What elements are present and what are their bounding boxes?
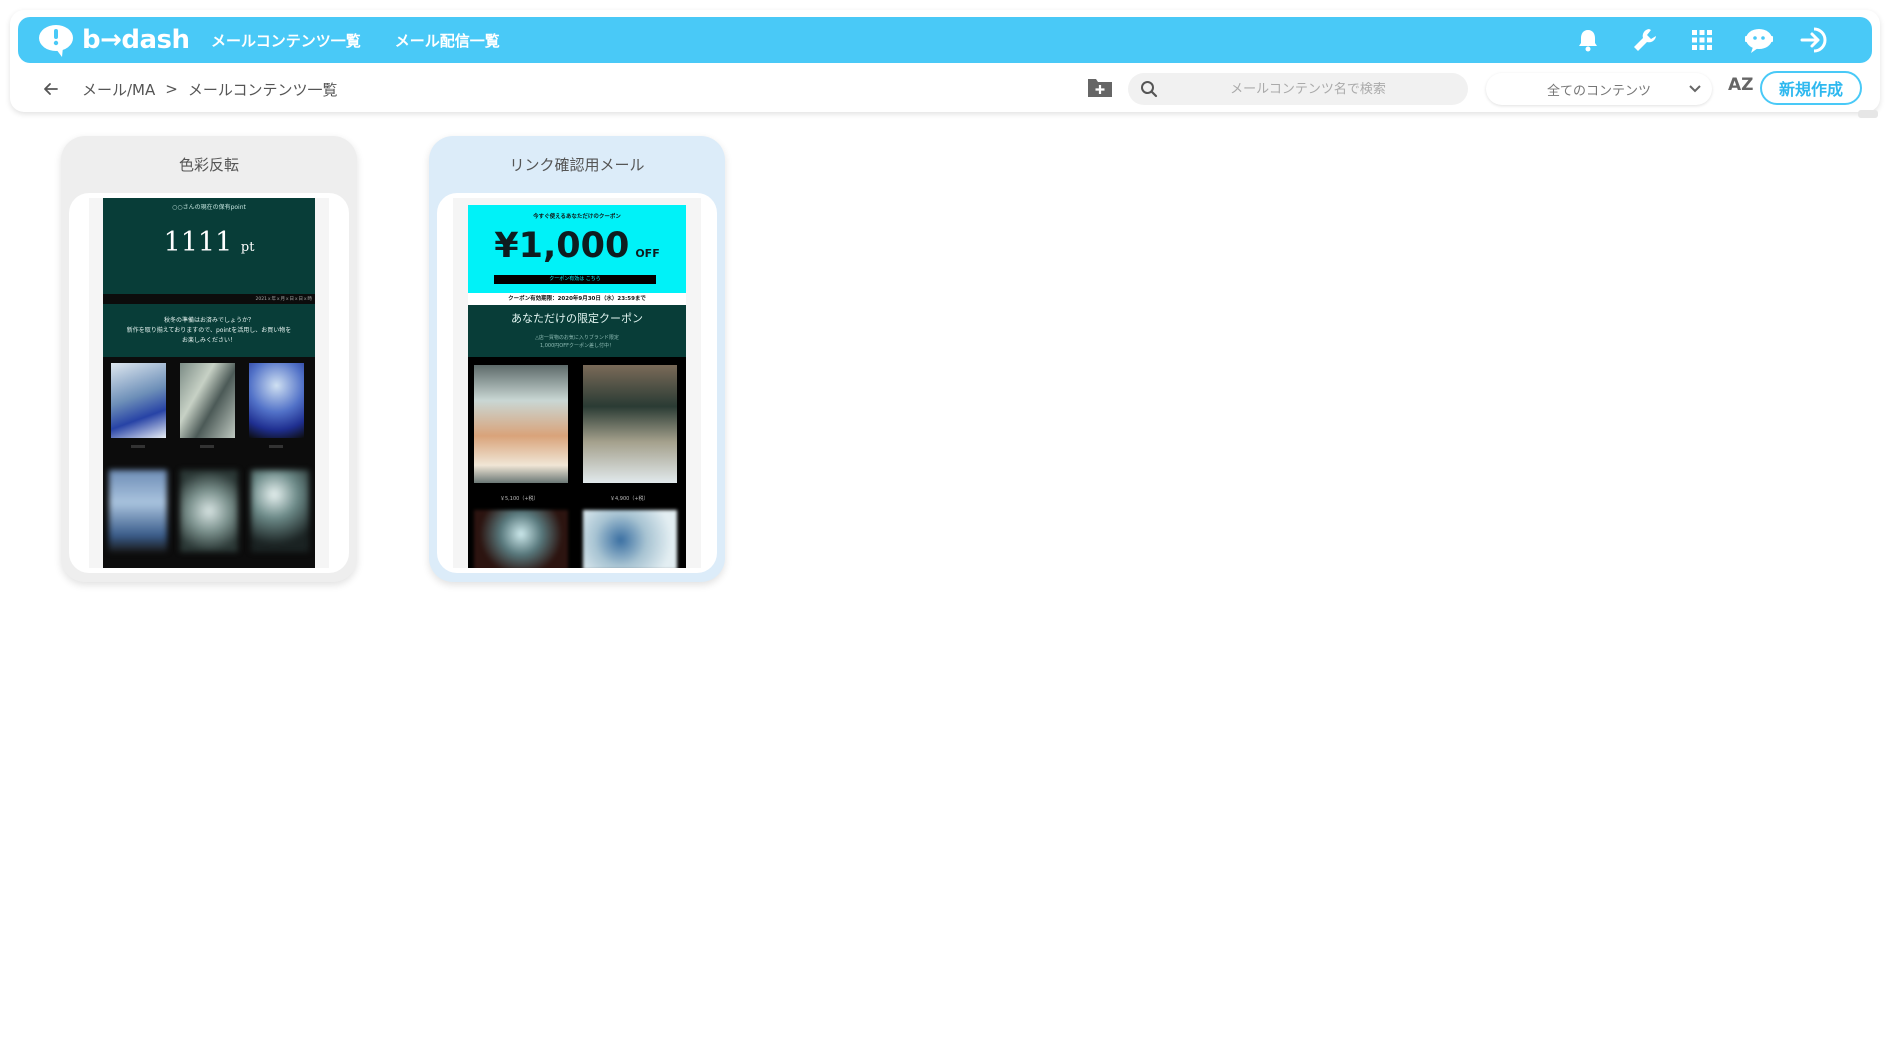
thumbnail-frame: ○○さんの現在の保有point 1111 pt 2021ｘ年ｘ月ｘ日ｘ日ｘ時 秋… xyxy=(89,198,329,568)
nav-mail-delivery[interactable]: メール配信一覧 xyxy=(395,30,500,51)
limited-coupon-desc: 1,000円OFFクーポン差し付中！ xyxy=(539,343,614,349)
product-label xyxy=(200,445,214,448)
product-price: ￥5,100（+税） xyxy=(500,496,539,502)
breadcrumb: メール/MA > メールコンテンツ一覧 xyxy=(82,66,338,112)
coupon-subheading: 今すぐ使えるあなただけのクーポン xyxy=(533,214,621,220)
product-label xyxy=(269,445,283,448)
search-input[interactable] xyxy=(1168,81,1448,97)
points-date: 2021ｘ年ｘ月ｘ日ｘ日ｘ時 xyxy=(255,297,312,302)
bell-icon[interactable] xyxy=(1572,24,1604,56)
product-price: ￥4,900（+税） xyxy=(610,496,649,502)
product-photo xyxy=(180,363,235,438)
chevron-down-icon xyxy=(1689,85,1701,93)
message-block: 秋冬の準備はお済みでしょうか？ 新作を取り揃えておりますので、pointを活用し… xyxy=(103,304,315,357)
message-line: 新作を取り揃えておりますので、pointを活用し、お買い物を xyxy=(126,327,292,334)
coupon-off: OFF xyxy=(635,247,660,260)
product-photo xyxy=(583,365,677,483)
top-navbar: b→dash メールコンテンツ一覧 メール配信一覧 xyxy=(18,17,1872,63)
limited-coupon-title: あなただけの限定クーポン xyxy=(511,312,643,325)
product-photo xyxy=(249,363,304,438)
points-heading: ○○さんの現在の保有point xyxy=(172,204,246,211)
coupon-expiry: クーポン有効期限：2020年9月30日（水）23:59まで xyxy=(468,293,686,305)
card-preview: 今すぐ使えるあなただけのクーポン ¥1,000 OFF クーポン有効は こちら ク… xyxy=(437,193,717,573)
product-label xyxy=(131,445,145,448)
logo-bubble-icon xyxy=(36,23,76,57)
header-icons xyxy=(1572,17,1832,63)
breadcrumb-mail-ma[interactable]: メール/MA xyxy=(82,79,155,100)
logout-icon[interactable] xyxy=(1800,24,1832,56)
coupon-price: ¥1,000 OFF xyxy=(468,226,686,266)
message-line: お楽しみください！ xyxy=(181,337,236,344)
apps-grid-icon[interactable] xyxy=(1686,24,1718,56)
wrench-icon[interactable] xyxy=(1629,24,1661,56)
breadcrumb-current: メールコンテンツ一覧 xyxy=(187,80,338,99)
limited-coupon-desc: △店一買物のお気に入りブランド限定 xyxy=(535,335,619,341)
message-line: 秋冬の準備はお済みでしょうか？ xyxy=(163,317,254,324)
thumbnail-frame: 今すぐ使えるあなただけのクーポン ¥1,000 OFF クーポン有効は こちら ク… xyxy=(453,198,701,568)
product-photo xyxy=(474,365,568,483)
product-photo xyxy=(474,510,568,568)
points-unit: pt xyxy=(240,240,255,255)
filter-selected-value: 全てのコンテンツ xyxy=(1546,83,1651,99)
product-photo xyxy=(583,510,677,568)
content-card[interactable]: リンク確認用メール 今すぐ使えるあなただけのクーポン ¥1,000 OFF クーポ… xyxy=(429,136,725,582)
app-header: b→dash メールコンテンツ一覧 メール配信一覧 メール/MA > メールコン… xyxy=(10,10,1880,112)
points-value: 1111 pt xyxy=(103,227,315,258)
brand-logo[interactable]: b→dash xyxy=(36,20,190,60)
toolbar: メール/MA > メールコンテンツ一覧 全てのコンテンツ AZ 新規作成 xyxy=(10,66,1880,112)
content-card[interactable]: 色彩反転 ○○さんの現在の保有point 1111 pt 2021ｘ年ｘ月ｘ日ｘ… xyxy=(61,136,357,582)
coupon-code-bar: クーポン有効は こちら xyxy=(494,275,656,284)
chatbot-icon[interactable] xyxy=(1743,24,1775,56)
new-create-button[interactable]: 新規作成 xyxy=(1760,71,1862,105)
points-block: ○○さんの現在の保有point 1111 pt xyxy=(103,198,315,294)
logo-text: b→dash xyxy=(82,25,190,55)
card-preview: ○○さんの現在の保有point 1111 pt 2021ｘ年ｘ月ｘ日ｘ日ｘ時 秋… xyxy=(69,193,349,573)
back-arrow-icon[interactable] xyxy=(40,78,62,100)
product-photo xyxy=(251,470,309,552)
add-folder-icon[interactable] xyxy=(1087,76,1115,102)
card-title: 色彩反転 xyxy=(178,156,239,174)
breadcrumb-separator: > xyxy=(165,80,178,98)
product-photo xyxy=(109,470,167,552)
main-nav: メールコンテンツ一覧 メール配信一覧 xyxy=(211,17,500,63)
scrollbar-thumb[interactable] xyxy=(1858,110,1878,118)
search-box xyxy=(1128,73,1468,105)
email-thumbnail: ○○さんの現在の保有point 1111 pt 2021ｘ年ｘ月ｘ日ｘ日ｘ時 秋… xyxy=(103,198,315,568)
content-filter-select[interactable]: 全てのコンテンツ xyxy=(1486,73,1712,105)
email-thumbnail: 今すぐ使えるあなただけのクーポン ¥1,000 OFF クーポン有効は こちら ク… xyxy=(468,205,686,568)
card-title: リンク確認用メール xyxy=(509,156,645,174)
search-icon xyxy=(1141,81,1158,98)
nav-mail-contents[interactable]: メールコンテンツ一覧 xyxy=(211,30,361,51)
sort-az-button[interactable]: AZ xyxy=(1728,75,1753,95)
product-photo xyxy=(111,363,166,438)
limited-coupon-block: あなただけの限定クーポン △店一買物のお気に入りブランド限定 1,000円OFF… xyxy=(468,305,686,357)
product-photo xyxy=(180,470,238,552)
points-number: 1111 xyxy=(163,227,233,258)
coupon-amount: ¥1,000 xyxy=(494,226,630,266)
